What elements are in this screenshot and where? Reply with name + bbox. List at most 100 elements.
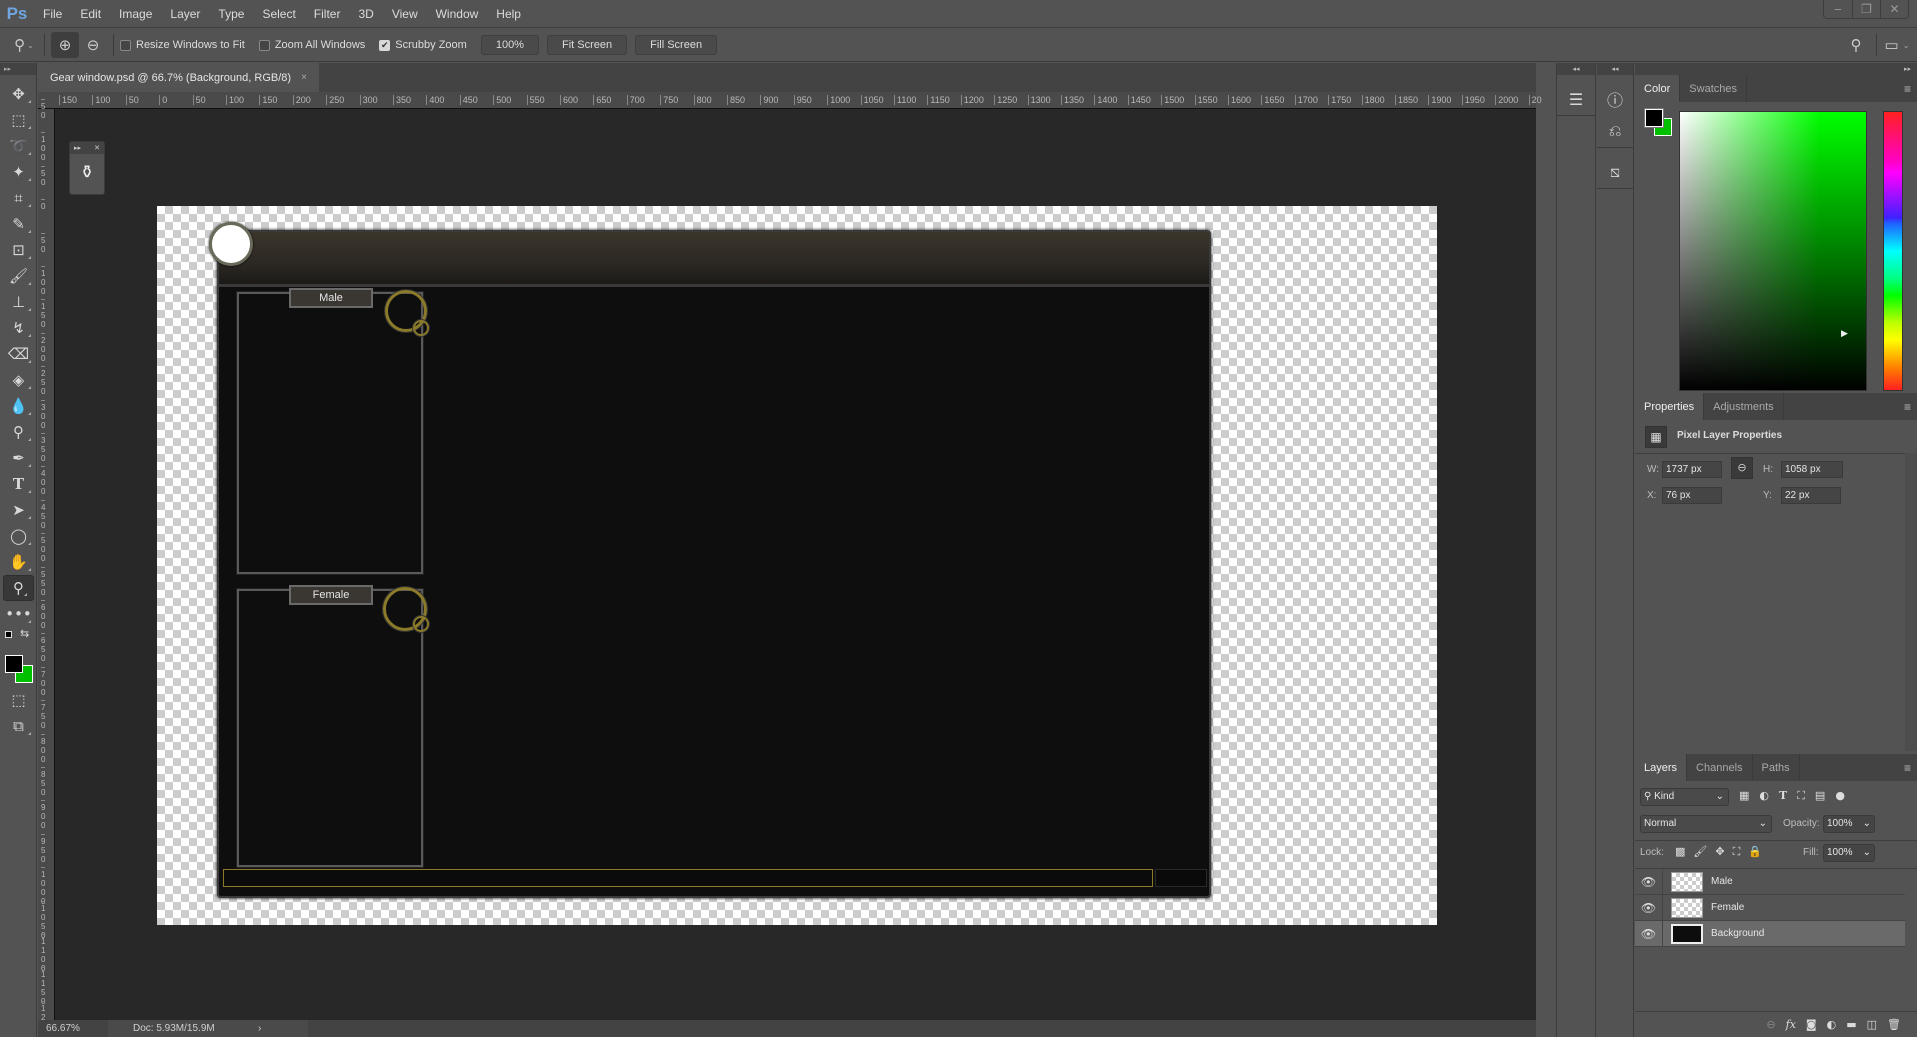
height-field[interactable]: 1058 px xyxy=(1781,461,1843,478)
dodge-tool-icon[interactable]: ⚲ xyxy=(0,419,37,445)
filter-adjustment-icon[interactable]: ◐ xyxy=(1759,789,1769,803)
layer-row-background[interactable]: 👁 Background xyxy=(1635,920,1905,947)
brush-presets-icon[interactable]: ⚱ xyxy=(70,154,104,192)
opacity-field[interactable]: 100% ⌄ xyxy=(1823,815,1875,833)
quick-mask-icon[interactable]: ⬚ xyxy=(0,687,37,713)
tab-color[interactable]: Color xyxy=(1635,75,1681,102)
hue-slider[interactable] xyxy=(1883,111,1903,391)
panel-menu-icon[interactable]: ≡ xyxy=(1904,761,1911,775)
zoom-tool-preset-icon[interactable]: ⚲ ⌄ xyxy=(10,32,38,58)
foreground-color-swatch[interactable] xyxy=(5,655,23,673)
layer-row-male[interactable]: 👁 Male xyxy=(1635,868,1905,895)
info-icon[interactable]: ⓘ xyxy=(1597,83,1633,115)
eraser-tool-icon[interactable]: ⌫ xyxy=(0,341,37,367)
transform-icon[interactable]: ⧅ xyxy=(1597,156,1633,188)
tab-adjustments[interactable]: Adjustments xyxy=(1704,393,1784,420)
lock-artboard-icon[interactable]: ⛶ xyxy=(1733,845,1741,859)
width-field[interactable]: 1737 px xyxy=(1662,461,1722,478)
layer-row-female[interactable]: 👁 Female xyxy=(1635,894,1905,921)
visibility-eye-icon[interactable]: 👁 xyxy=(1635,894,1663,921)
close-panel-icon[interactable]: ✕ xyxy=(94,142,100,154)
resize-windows-checkbox[interactable]: Resize Windows to Fit xyxy=(120,39,245,51)
link-dimensions-icon[interactable]: ⊖ xyxy=(1731,457,1753,479)
menu-view[interactable]: View xyxy=(383,7,427,21)
add-mask-icon[interactable]: ◙ xyxy=(1806,1018,1817,1031)
fill-screen-button[interactable]: Fill Screen xyxy=(635,35,718,55)
pen-tool-icon[interactable]: ✒ xyxy=(0,445,37,471)
zoom-in-icon[interactable]: ⊕ xyxy=(51,32,79,58)
properties-scrollbar[interactable] xyxy=(1905,453,1917,751)
scrubby-zoom-checkbox[interactable]: ✔ Scrubby Zoom xyxy=(379,39,467,51)
screen-mode-icon[interactable]: ⧉ xyxy=(0,713,37,739)
marquee-tool-icon[interactable]: ⬚ xyxy=(0,107,37,133)
close-window-button[interactable]: ✕ xyxy=(1880,0,1908,18)
new-adjustment-layer-icon[interactable]: ◐ xyxy=(1827,1018,1837,1031)
filter-type-icon[interactable]: T xyxy=(1779,789,1787,803)
link-layers-icon[interactable]: ⊖ xyxy=(1766,1018,1775,1031)
menu-type[interactable]: Type xyxy=(209,7,253,21)
workspace-icon[interactable]: ▭ ⌄ xyxy=(1883,32,1911,58)
filter-pixel-icon[interactable]: ▦ xyxy=(1739,789,1749,803)
eyedropper-tool-icon[interactable]: ✎ xyxy=(0,211,37,237)
vertical-ruler[interactable]: 5 0 1 0 0 5 0 0 5 0 1 0 0 1 5 0 2 0 0 2 5 0 3 0 0… xyxy=(38,99,55,1027)
layer-fx-icon[interactable]: fx xyxy=(1786,1018,1796,1031)
filter-shape-icon[interactable]: ⛶ xyxy=(1797,789,1805,803)
visibility-eye-icon[interactable]: 👁 xyxy=(1635,868,1663,895)
ellipse-tool-icon[interactable]: ◯ xyxy=(0,523,37,549)
hue-slider-handle[interactable]: ▶ xyxy=(1841,329,1848,339)
foreground-color-swatch[interactable] xyxy=(1644,108,1664,128)
more-tools-icon[interactable]: ••• xyxy=(0,601,37,627)
frame-tool-icon[interactable]: ⊡ xyxy=(0,237,37,263)
menu-3d[interactable]: 3D xyxy=(349,7,382,21)
x-field[interactable]: 76 px xyxy=(1662,487,1722,504)
dock-collapse-icon[interactable]: ◂◂ xyxy=(1557,63,1595,75)
swap-colors-icon[interactable]: ⇆ xyxy=(20,627,29,640)
menu-help[interactable]: Help xyxy=(487,7,530,21)
dock-collapse-icon[interactable]: ◂◂ xyxy=(1597,63,1633,75)
tab-swatches[interactable]: Swatches xyxy=(1680,75,1747,102)
stamp-tool-icon[interactable]: ⊥ xyxy=(0,289,37,315)
zoom-all-windows-checkbox[interactable]: Zoom All Windows xyxy=(258,39,365,51)
zoom-100-button[interactable]: 100% xyxy=(480,35,539,55)
tab-channels[interactable]: Channels xyxy=(1687,754,1753,781)
hand-tool-icon[interactable]: ✋ xyxy=(0,549,37,575)
delete-layer-icon[interactable]: 🗑 xyxy=(1887,1018,1901,1031)
new-group-icon[interactable]: ▬ xyxy=(1846,1018,1856,1031)
document-tab[interactable]: Gear window.psd @ 66.7% (Background, RGB… xyxy=(38,63,319,92)
panels-collapse-icon[interactable]: ▸▸ xyxy=(1635,63,1917,75)
panel-menu-icon[interactable]: ≡ xyxy=(1904,82,1911,96)
zoom-out-icon[interactable]: ⊖ xyxy=(79,32,107,58)
visibility-eye-icon[interactable]: 👁 xyxy=(1635,920,1663,947)
zoom-tool-icon[interactable]: ⚲ xyxy=(3,575,34,601)
menu-file[interactable]: File xyxy=(34,7,71,21)
status-menu-arrow[interactable]: › xyxy=(248,1020,308,1037)
tab-paths[interactable]: Paths xyxy=(1753,754,1800,781)
path-selection-tool-icon[interactable]: ➤ xyxy=(0,497,37,523)
default-colors-icon[interactable] xyxy=(5,631,12,638)
type-tool-icon[interactable]: T xyxy=(0,471,37,497)
filter-toggle-icon[interactable]: ● xyxy=(1835,789,1845,803)
crop-tool-icon[interactable]: ⌗ xyxy=(0,185,37,211)
history-brush-tool-icon[interactable]: ↯ xyxy=(0,315,37,341)
tab-properties[interactable]: Properties xyxy=(1635,393,1705,420)
menu-select[interactable]: Select xyxy=(253,7,304,21)
color-saturation-field[interactable] xyxy=(1679,111,1867,391)
blend-mode-select[interactable]: Normal ⌄ xyxy=(1640,815,1772,833)
new-layer-icon[interactable]: ◫ xyxy=(1867,1018,1877,1031)
menu-filter[interactable]: Filter xyxy=(305,7,350,21)
fit-screen-button[interactable]: Fit Screen xyxy=(546,35,628,55)
magic-wand-tool-icon[interactable]: ✦ xyxy=(0,159,37,185)
close-tab-icon[interactable]: × xyxy=(301,72,307,83)
minimize-button[interactable]: ‒ xyxy=(1824,0,1852,18)
restore-button[interactable]: ❐ xyxy=(1852,0,1880,18)
lock-image-icon[interactable]: 🖌 xyxy=(1693,845,1707,859)
brush-tool-icon[interactable]: 🖌 xyxy=(0,263,37,289)
layer-filter-select[interactable]: ⚲ Kind ⌄ xyxy=(1640,788,1729,806)
panel-menu-icon[interactable]: ≡ xyxy=(1904,400,1911,414)
lasso-tool-icon[interactable]: ➰ xyxy=(0,133,37,159)
lock-transparent-icon[interactable]: ▩ xyxy=(1675,845,1685,859)
expand-panel-icon[interactable]: ▸▸ xyxy=(74,142,81,154)
blur-tool-icon[interactable]: 💧 xyxy=(0,393,37,419)
filter-smart-object-icon[interactable]: ▤ xyxy=(1815,789,1825,803)
y-field[interactable]: 22 px xyxy=(1781,487,1841,504)
